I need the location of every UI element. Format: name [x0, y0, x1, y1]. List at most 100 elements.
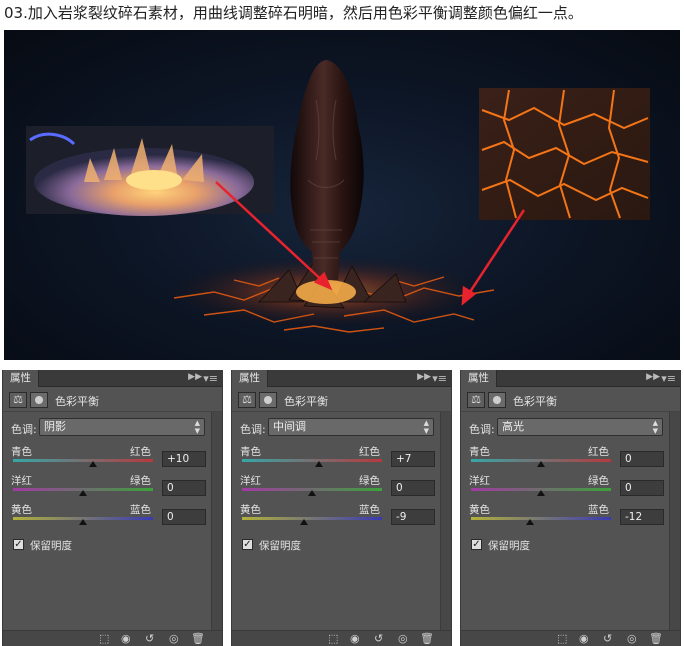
panel-tabbar: 属性 ▶▶ ▾≡	[232, 370, 451, 387]
page-heading: 03.加入岩浆裂纹碎石素材，用曲线调整碎石明暗，然后用色彩平衡调整颜色偏红一点。	[4, 4, 583, 22]
collapse-icon[interactable]: ▶▶	[188, 372, 202, 382]
separator	[0, 360, 684, 370]
slider-label-left: 黄色	[469, 504, 490, 516]
clip-to-layer-icon[interactable]: ⬚	[328, 632, 338, 646]
visibility-eye-icon[interactable]: ◎	[398, 632, 408, 646]
scrollbar[interactable]	[669, 412, 680, 632]
slider-value-input[interactable]: 0	[620, 480, 664, 496]
tab-properties[interactable]: 属性	[3, 370, 39, 387]
slider-label-left: 青色	[469, 446, 490, 458]
preserve-label: 保留明度	[488, 540, 530, 552]
slider-row-magenta-green: 洋红 绿色 0	[3, 473, 213, 501]
preserve-label: 保留明度	[259, 540, 301, 552]
preserve-checkbox[interactable]: ✓	[13, 539, 24, 550]
slider-thumb[interactable]	[299, 519, 308, 525]
trash-icon[interactable]: 🗑	[191, 632, 205, 646]
reset-icon[interactable]: ↺	[374, 632, 383, 646]
trash-icon[interactable]: 🗑	[649, 632, 663, 646]
panel-header: ⚖ 色彩平衡	[3, 388, 222, 412]
slider-label-left: 洋红	[240, 475, 261, 487]
balance-scale-icon: ⚖	[9, 392, 27, 408]
panel-footer: ⬚ ◉ ↺ ◎ 🗑	[232, 630, 451, 646]
slider-row-magenta-green: 洋红 绿色 0	[232, 473, 442, 501]
slider-thumb[interactable]	[88, 461, 97, 467]
layer-mask-icon[interactable]	[30, 392, 48, 408]
panel-menu-icon[interactable]: ▾≡	[203, 370, 218, 387]
slider-track[interactable]	[471, 517, 611, 520]
color-balance-panel-shadows: 属性 ▶▶ ▾≡ ⚖ 色彩平衡 色调: 阴影 ▲ ▼ 青色 红色 +10 洋红 绿…	[2, 370, 223, 646]
slider-track[interactable]	[13, 459, 153, 462]
visibility-eye-icon[interactable]: ◎	[169, 632, 179, 646]
view-previous-icon[interactable]: ◉	[350, 632, 360, 646]
slider-track[interactable]	[242, 459, 382, 462]
slider-label-right: 绿色	[588, 475, 609, 487]
color-balance-panel-highlights: 属性 ▶▶ ▾≡ ⚖ 色彩平衡 色调: 高光 ▲ ▼ 青色 红色 0 洋红 绿色 …	[460, 370, 681, 646]
slider-label-right: 红色	[359, 446, 380, 458]
panel-menu-icon[interactable]: ▾≡	[432, 370, 447, 387]
collapse-icon[interactable]: ▶▶	[417, 372, 431, 382]
panel-menu-icon[interactable]: ▾≡	[661, 370, 676, 387]
slider-thumb[interactable]	[525, 519, 534, 525]
tone-select[interactable]: 阴影 ▲ ▼	[39, 418, 205, 436]
select-arrows-icon: ▲ ▼	[194, 419, 200, 435]
slider-value-input[interactable]: -12	[620, 509, 664, 525]
slider-value-input[interactable]: +7	[391, 451, 435, 467]
visibility-eye-icon[interactable]: ◎	[627, 632, 637, 646]
select-arrows-icon: ▲ ▼	[423, 419, 429, 435]
tone-select[interactable]: 高光 ▲ ▼	[497, 418, 663, 436]
tone-value: 中间调	[273, 420, 306, 433]
reset-icon[interactable]: ↺	[603, 632, 612, 646]
panel-footer: ⬚ ◉ ↺ ◎ 🗑	[3, 630, 222, 646]
clip-to-layer-icon[interactable]: ⬚	[557, 632, 567, 646]
slider-label-left: 黄色	[240, 504, 261, 516]
reset-icon[interactable]: ↺	[145, 632, 154, 646]
slider-thumb[interactable]	[537, 461, 545, 467]
slider-value-input[interactable]: 0	[620, 451, 664, 467]
view-previous-icon[interactable]: ◉	[579, 632, 589, 646]
panel-title: 色彩平衡	[284, 395, 328, 408]
slider-label-right: 红色	[130, 446, 151, 458]
panel-tabbar: 属性 ▶▶ ▾≡	[3, 370, 222, 387]
tab-properties[interactable]: 属性	[232, 370, 268, 387]
balance-scale-icon: ⚖	[467, 392, 485, 408]
preserve-label: 保留明度	[30, 540, 72, 552]
slider-value-input[interactable]: +10	[162, 451, 206, 467]
panel-header: ⚖ 色彩平衡	[232, 388, 451, 412]
preserve-checkbox[interactable]: ✓	[242, 539, 253, 550]
view-previous-icon[interactable]: ◉	[121, 632, 131, 646]
slider-label-left: 青色	[11, 446, 32, 458]
slider-label-left: 黄色	[11, 504, 32, 516]
slider-thumb[interactable]	[79, 519, 87, 525]
layer-mask-icon[interactable]	[259, 392, 277, 408]
slider-thumb[interactable]	[308, 490, 316, 496]
slider-label-right: 绿色	[130, 475, 151, 487]
layer-mask-icon[interactable]	[488, 392, 506, 408]
panel-title: 色彩平衡	[55, 395, 99, 408]
panel-footer: ⬚ ◉ ↺ ◎ 🗑	[461, 630, 680, 646]
slider-label-left: 青色	[240, 446, 261, 458]
slider-thumb[interactable]	[537, 490, 545, 496]
slider-value-input[interactable]: 0	[162, 509, 206, 525]
preserve-checkbox[interactable]: ✓	[471, 539, 482, 550]
slider-thumb[interactable]	[315, 461, 323, 467]
slider-label-left: 洋红	[11, 475, 32, 487]
panel-header: ⚖ 色彩平衡	[461, 388, 680, 412]
clip-to-layer-icon[interactable]: ⬚	[99, 632, 109, 646]
slider-row-magenta-green: 洋红 绿色 0	[461, 473, 671, 501]
trash-icon[interactable]: 🗑	[420, 632, 434, 646]
slider-value-input[interactable]: 0	[391, 480, 435, 496]
color-balance-panel-midtones: 属性 ▶▶ ▾≡ ⚖ 色彩平衡 色调: 中间调 ▲ ▼ 青色 红色 +7 洋红 绿…	[231, 370, 452, 646]
slider-label-left: 洋红	[469, 475, 490, 487]
slider-row-cyan-red: 青色 红色 +7	[232, 444, 442, 472]
slider-value-input[interactable]: -9	[391, 509, 435, 525]
scrollbar[interactable]	[440, 412, 451, 632]
tone-select[interactable]: 中间调 ▲ ▼	[268, 418, 434, 436]
scrollbar[interactable]	[211, 412, 222, 632]
tab-properties[interactable]: 属性	[461, 370, 497, 387]
slider-thumb[interactable]	[79, 490, 87, 496]
slider-value-input[interactable]: 0	[162, 480, 206, 496]
collapse-icon[interactable]: ▶▶	[646, 372, 660, 382]
slider-track[interactable]	[242, 517, 382, 520]
tone-label: 色调:	[469, 423, 495, 436]
slider-label-right: 红色	[588, 446, 609, 458]
